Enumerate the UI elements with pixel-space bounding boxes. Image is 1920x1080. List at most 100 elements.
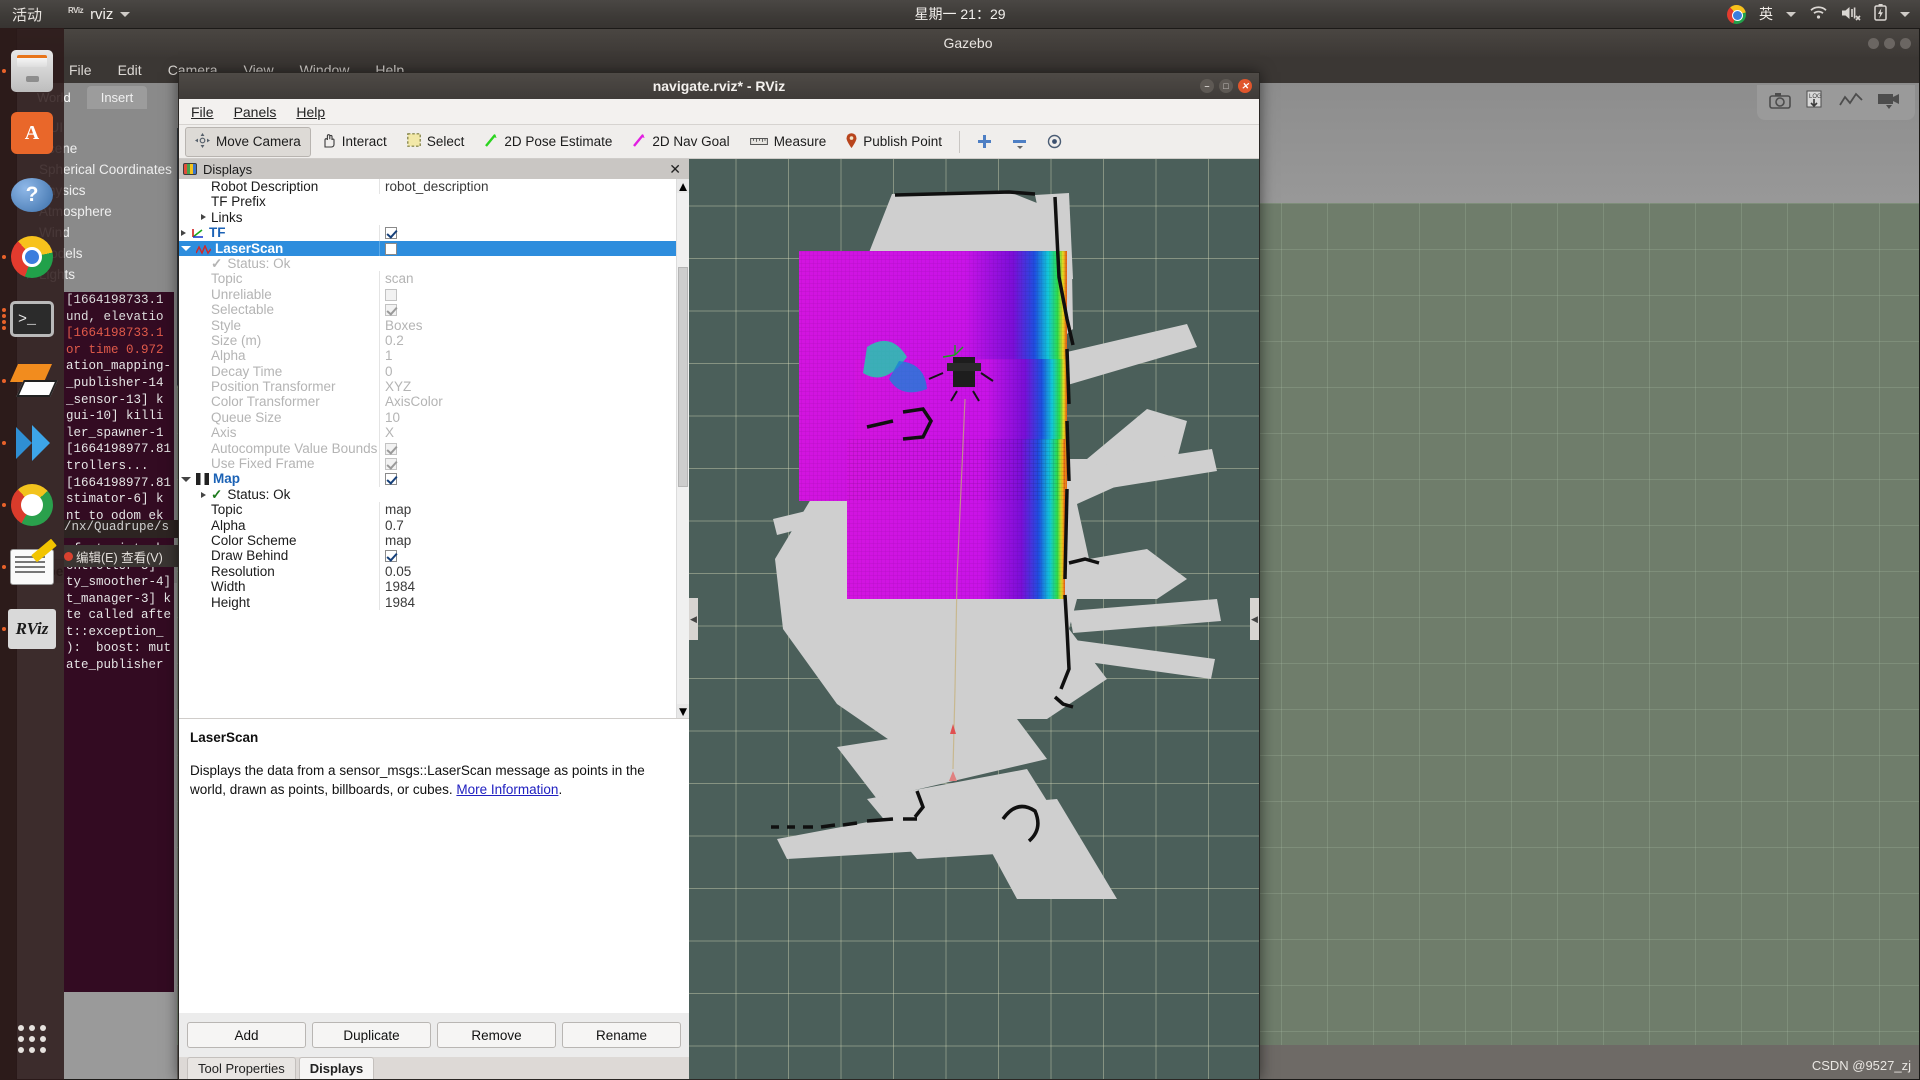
more-information-link[interactable]: More Information: [456, 782, 558, 797]
property-row[interactable]: LaserScan: [179, 241, 689, 256]
chevron-down-icon[interactable]: [181, 477, 191, 482]
terminal-menu-labels[interactable]: 编辑(E) 查看(V): [76, 547, 163, 566]
property-row[interactable]: Autocompute Value Bounds: [179, 441, 689, 456]
tool-interact[interactable]: Interact: [313, 128, 396, 156]
property-row[interactable]: AxisX: [179, 425, 689, 440]
wifi-icon[interactable]: [1809, 5, 1828, 23]
property-row[interactable]: TF Prefix: [179, 194, 689, 209]
panel-collapse-left-handle[interactable]: ◀: [689, 598, 698, 640]
gazebo-close-icon[interactable]: [1900, 38, 1911, 49]
vscode-icon[interactable]: [12, 423, 52, 463]
property-row[interactable]: Unreliable: [179, 287, 689, 302]
tool-measure[interactable]: Measure: [741, 129, 836, 154]
property-row[interactable]: Links: [179, 210, 689, 225]
property-row[interactable]: ✓Status: Ok: [179, 256, 689, 271]
dock-item-blender[interactable]: [0, 350, 64, 412]
tool-select[interactable]: Select: [398, 128, 474, 155]
focus-icon[interactable]: [1038, 129, 1071, 154]
property-row[interactable]: Color Schememap: [179, 533, 689, 548]
checkbox[interactable]: [385, 304, 397, 316]
property-value[interactable]: [379, 548, 689, 563]
property-row[interactable]: Draw Behind: [179, 548, 689, 563]
checkbox[interactable]: [385, 243, 397, 255]
property-row[interactable]: Queue Size10: [179, 410, 689, 425]
plot-icon[interactable]: [1839, 92, 1863, 113]
property-row[interactable]: Selectable: [179, 302, 689, 317]
terminal-window[interactable]: [1664198733.1 und, elevatio [1664198733.…: [64, 292, 174, 992]
property-row[interactable]: Decay Time0: [179, 364, 689, 379]
tool-publish-point[interactable]: Publish Point: [837, 128, 951, 156]
property-row[interactable]: Size (m)0.2: [179, 333, 689, 348]
activities-button[interactable]: 活动: [12, 4, 42, 25]
input-method-indicator[interactable]: 英: [1759, 4, 1773, 24]
rviz-menubar[interactable]: File Panels Help: [179, 99, 1259, 125]
rviz-window[interactable]: navigate.rviz* - RViz – □ ✕ File Panels …: [178, 72, 1260, 1080]
rviz-menu-file[interactable]: File: [191, 104, 214, 120]
system-tray[interactable]: 英: [1727, 4, 1910, 24]
checkbox[interactable]: [385, 443, 397, 455]
tab-displays[interactable]: Displays: [299, 1057, 374, 1079]
property-value[interactable]: 0: [379, 364, 689, 379]
gazebo-menu-edit[interactable]: Edit: [118, 62, 142, 78]
chrome-icon[interactable]: [11, 236, 53, 278]
chevron-down-icon[interactable]: [181, 246, 191, 251]
files-icon[interactable]: [11, 50, 53, 92]
property-value[interactable]: 10: [379, 410, 689, 425]
scroll-up-icon[interactable]: ▲: [677, 179, 689, 193]
dock-item-vscode[interactable]: [0, 412, 64, 474]
rviz-menu-help[interactable]: Help: [296, 104, 325, 120]
gazebo-scene-toolbar[interactable]: LOG: [1757, 85, 1915, 120]
chrome-icon[interactable]: [1727, 5, 1746, 24]
checkbox[interactable]: [385, 289, 397, 301]
property-value[interactable]: X: [379, 425, 689, 440]
dock-item-rviz[interactable]: RViz: [0, 598, 64, 660]
add-tool-icon[interactable]: [968, 129, 1001, 154]
chevron-right-icon[interactable]: [201, 492, 206, 498]
property-value[interactable]: [379, 241, 689, 256]
active-app-menu[interactable]: RViz rviz: [68, 6, 130, 23]
checkbox[interactable]: [385, 458, 397, 470]
property-row[interactable]: Resolution0.05: [179, 564, 689, 579]
property-row[interactable]: Alpha1: [179, 348, 689, 363]
property-value[interactable]: 1984: [379, 595, 689, 610]
blender-icon[interactable]: [10, 362, 54, 400]
dock-item-chrome[interactable]: [0, 226, 64, 288]
property-row[interactable]: StyleBoxes: [179, 318, 689, 333]
property-value[interactable]: 1: [379, 348, 689, 363]
property-value[interactable]: scan: [379, 271, 689, 286]
tool-2d-pose-estimate[interactable]: 2D Pose Estimate: [475, 128, 621, 156]
dock-item-text-editor[interactable]: [0, 536, 64, 598]
log-save-icon[interactable]: LOG: [1805, 90, 1825, 115]
property-value[interactable]: robot_description: [379, 179, 689, 194]
rviz-icon[interactable]: RViz: [8, 609, 56, 649]
property-value[interactable]: Boxes: [379, 318, 689, 333]
rviz-bottom-tabs[interactable]: Tool Properties Displays: [179, 1057, 689, 1079]
show-applications-button[interactable]: [0, 1016, 64, 1062]
property-value[interactable]: 0.2: [379, 333, 689, 348]
chevron-down-icon[interactable]: [120, 12, 130, 17]
gazebo-minimize-icon[interactable]: [1868, 38, 1879, 49]
rename-button[interactable]: Rename: [562, 1022, 681, 1048]
property-value[interactable]: 1984: [379, 579, 689, 594]
checkbox[interactable]: [385, 550, 397, 562]
property-row[interactable]: Alpha0.7: [179, 518, 689, 533]
property-value[interactable]: XYZ: [379, 379, 689, 394]
property-value[interactable]: map: [379, 533, 689, 548]
rviz-3d-view[interactable]: ◀ ◀: [689, 159, 1259, 1079]
property-value[interactable]: AxisColor: [379, 394, 689, 409]
gazebo-tab-insert[interactable]: Insert: [87, 86, 148, 109]
active-app-name[interactable]: rviz: [90, 6, 113, 23]
rviz-toolbar[interactable]: Move Camera Interact Select 2D Pose Esti…: [179, 125, 1259, 159]
dock-item-media[interactable]: [0, 474, 64, 536]
property-row[interactable]: Width1984: [179, 579, 689, 594]
gazebo-window-buttons[interactable]: [1868, 38, 1911, 49]
add-button[interactable]: Add: [187, 1022, 306, 1048]
property-row[interactable]: Height1984: [179, 595, 689, 610]
dock-item-help[interactable]: ?: [0, 164, 64, 226]
property-value[interactable]: [379, 302, 689, 317]
remove-button[interactable]: Remove: [437, 1022, 556, 1048]
chevron-down-icon[interactable]: [1786, 12, 1796, 17]
property-value[interactable]: map: [379, 502, 689, 517]
property-row[interactable]: Color TransformerAxisColor: [179, 394, 689, 409]
dock-item-terminal[interactable]: >_: [0, 288, 64, 350]
